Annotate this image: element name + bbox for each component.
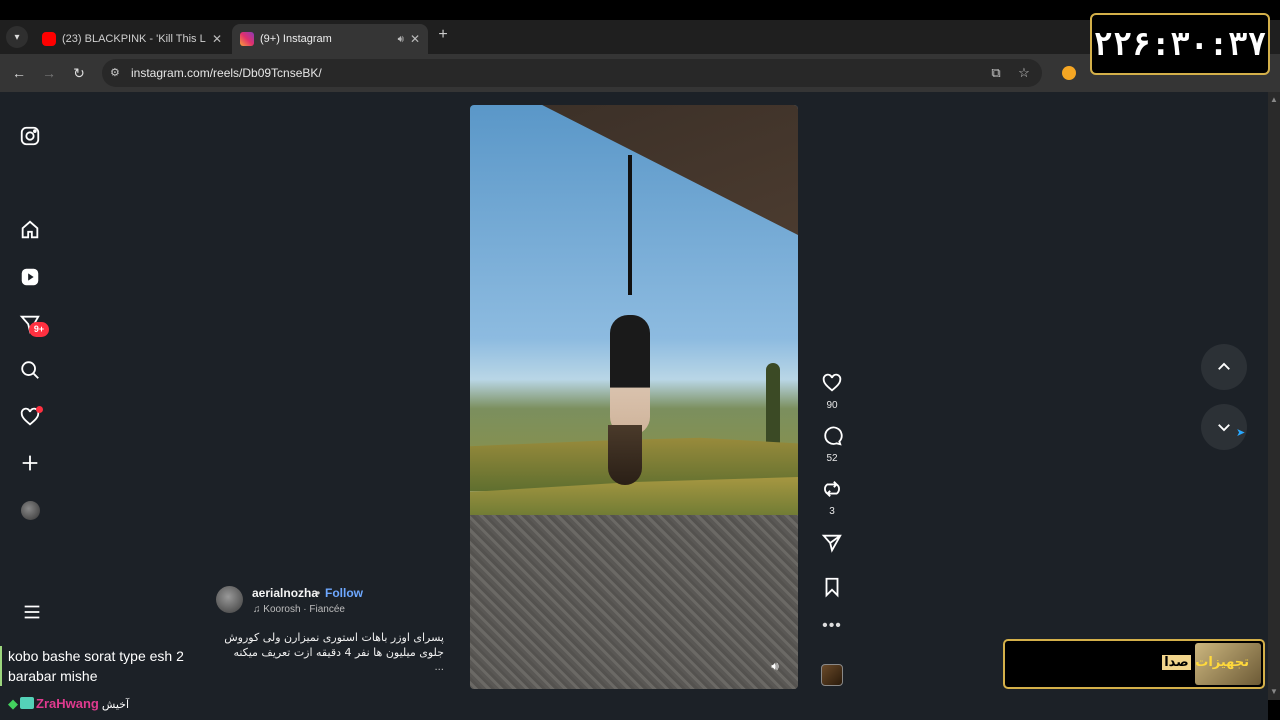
- video-scene-hair: [608, 425, 642, 485]
- browser-toolbar: ← → ↻ ⚙ instagram.com/reels/Db09TcnseBK/…: [0, 54, 1280, 92]
- more-options-icon[interactable]: •••: [822, 618, 842, 634]
- chat-message: kobo bashe sorat type esh 2 barabar mish…: [8, 648, 184, 684]
- scroll-up-arrow-icon[interactable]: ▲: [1270, 96, 1278, 104]
- tab-instagram[interactable]: (9+) Instagram 🔊︎ ✕: [232, 24, 428, 54]
- youtube-favicon-icon: [42, 32, 56, 46]
- author-username[interactable]: aerialnozha: [252, 586, 318, 600]
- close-tab-icon[interactable]: ✕: [212, 32, 222, 46]
- reel-caption: پسرای اوزر باهات استوری نمیزارن ولی کورو…: [222, 630, 444, 675]
- reload-button[interactable]: ↻: [70, 64, 88, 82]
- repost-button[interactable]: 3: [818, 478, 846, 517]
- mouse-cursor-icon: ➤: [1236, 427, 1246, 439]
- share-button[interactable]: [818, 532, 846, 559]
- profile-avatar[interactable]: [21, 501, 40, 520]
- video-scene-tree: [766, 363, 780, 453]
- stream-timer: ۲۲۶:۳۰:۳۷: [1090, 13, 1270, 75]
- chat-badge-icon: ◆: [8, 696, 18, 711]
- audio-thumbnail[interactable]: [821, 664, 843, 686]
- username-separator: •: [316, 586, 321, 600]
- messages-badge: 9+: [29, 322, 49, 337]
- create-plus-icon[interactable]: [18, 451, 42, 475]
- chat-text: آخیش: [101, 698, 130, 711]
- more-menu-icon[interactable]: [20, 600, 44, 624]
- audio-track-label: Koorosh · Fiancée: [263, 604, 345, 615]
- previous-reel-button[interactable]: [1201, 344, 1247, 390]
- heart-icon: [822, 373, 842, 392]
- video-scene-gravel: [470, 515, 798, 689]
- instagram-favicon-icon: [240, 32, 254, 46]
- audio-devices-label-prefix: تجهیزات: [1195, 655, 1249, 670]
- audio-devices-label: تجهیزات صدا: [1162, 655, 1249, 670]
- address-bar[interactable]: ⚙ instagram.com/reels/Db09TcnseBK/ ⧉ ☆: [102, 59, 1042, 87]
- instagram-reels-page: 9+ 🔊︎ 90 52 3 ••• aerialnozha • Follow ♫…: [0, 92, 1268, 720]
- audio-track[interactable]: ♫ Koorosh · Fiancée: [253, 604, 345, 615]
- back-button[interactable]: ←: [10, 64, 28, 82]
- audio-devices-overlay: تجهیزات صدا: [1003, 639, 1265, 689]
- music-note-icon: ♫: [253, 604, 264, 615]
- site-info-icon[interactable]: ⚙: [110, 66, 124, 80]
- chevron-down-icon: [1218, 424, 1230, 432]
- chat-username: ZraHwang: [36, 696, 99, 711]
- tab-label: (9+) Instagram: [260, 33, 332, 45]
- author-avatar[interactable]: [216, 586, 243, 613]
- install-app-icon[interactable]: ⧉: [988, 65, 1004, 81]
- reels-icon[interactable]: [18, 265, 42, 289]
- bookmark-star-icon[interactable]: ☆: [1016, 65, 1032, 81]
- comment-count: 52: [826, 453, 838, 464]
- home-icon[interactable]: [18, 218, 42, 242]
- volume-icon[interactable]: 🔊︎: [766, 657, 784, 675]
- chat-badge-icon: [20, 697, 34, 709]
- browser-tab-strip: ▾ (23) BLACKPINK - 'Kill This Love' M/V …: [0, 20, 1280, 54]
- repost-count: 3: [829, 506, 835, 517]
- share-icon: [821, 534, 842, 553]
- tab-audio-icon[interactable]: 🔊︎: [398, 34, 404, 45]
- instagram-logo-icon[interactable]: [18, 124, 42, 148]
- save-button[interactable]: [818, 576, 846, 603]
- page-scrollbar[interactable]: ▲ ▼: [1268, 92, 1280, 700]
- like-count: 90: [826, 400, 838, 411]
- video-scene-performer: [610, 315, 650, 435]
- search-icon[interactable]: [18, 358, 42, 382]
- caption-text: پسرای اوزر باهات استوری نمیزارن ولی کورو…: [224, 631, 444, 659]
- bookmark-icon: [825, 577, 839, 598]
- comment-icon: [824, 426, 843, 446]
- tab-youtube[interactable]: (23) BLACKPINK - 'Kill This Love' M/V ✕: [34, 24, 230, 54]
- audio-devices-label-word: صدا: [1162, 655, 1191, 670]
- notification-dot: [36, 406, 43, 413]
- caption-more-button[interactable]: ...: [222, 660, 444, 675]
- new-tab-button[interactable]: +: [434, 26, 452, 46]
- comment-button[interactable]: 52: [818, 425, 846, 464]
- scroll-down-arrow-icon[interactable]: ▼: [1270, 688, 1278, 696]
- repost-icon: [824, 481, 840, 497]
- chat-message-2: ◆ ZraHwang آخیش: [8, 696, 129, 712]
- close-tab-icon[interactable]: ✕: [410, 32, 420, 46]
- forward-button[interactable]: →: [40, 64, 58, 82]
- tab-search-button[interactable]: ▾: [6, 26, 28, 48]
- video-scene-roof: [470, 105, 798, 235]
- video-scene-aerial-silk: [628, 155, 632, 295]
- url-text: instagram.com/reels/Db09TcnseBK/: [131, 66, 322, 80]
- extension-icon[interactable]: [1062, 66, 1076, 80]
- reel-video[interactable]: 🔊︎: [470, 105, 798, 689]
- tab-label: (23) BLACKPINK - 'Kill This Love' M/V: [62, 33, 206, 45]
- chevron-up-icon: [1218, 362, 1230, 370]
- follow-button[interactable]: Follow: [325, 586, 363, 600]
- like-button[interactable]: 90: [818, 372, 846, 411]
